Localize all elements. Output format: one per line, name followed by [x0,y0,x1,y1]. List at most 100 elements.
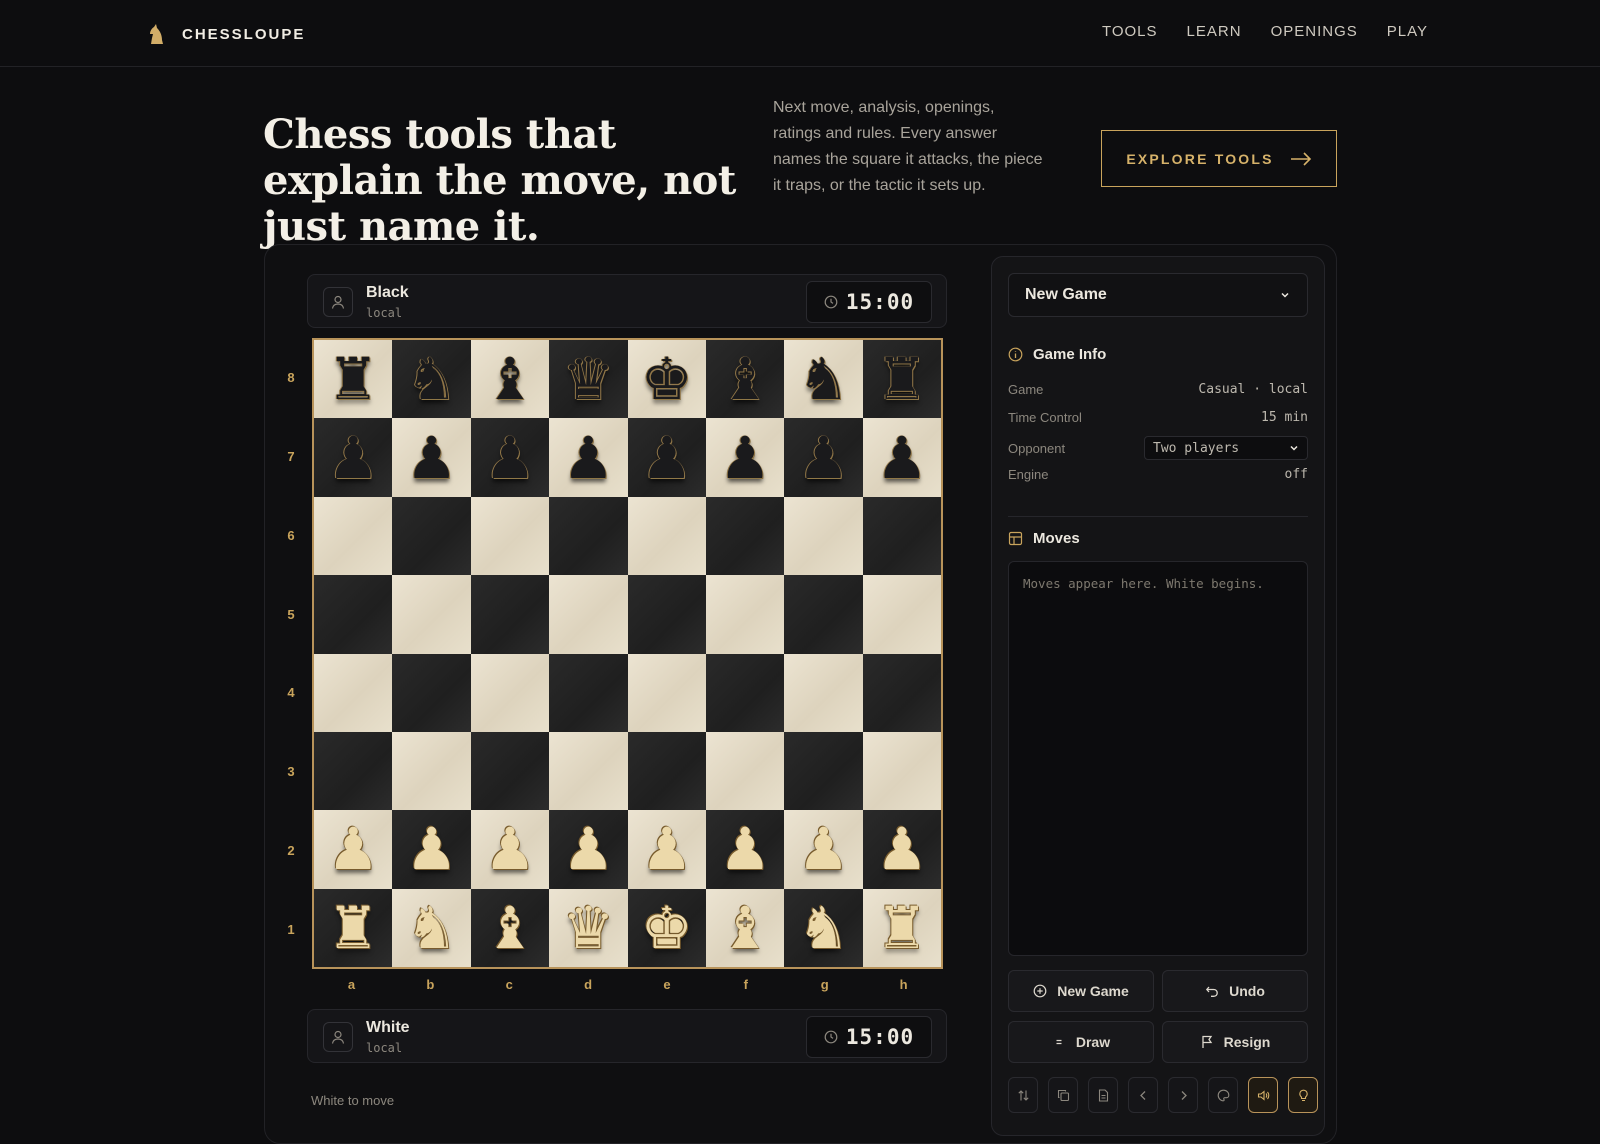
square-b1[interactable]: ♞ [392,888,471,967]
draw-button[interactable]: Draw [1008,1021,1154,1063]
square-h2[interactable]: ♟ [862,810,941,889]
square-h7[interactable]: ♟ [862,418,941,497]
black-pawn-piece[interactable]: ♟ [797,429,849,487]
opponent-select[interactable]: Two players [1144,436,1308,460]
white-bishop-piece[interactable]: ♝ [484,899,536,957]
square-c1[interactable]: ♝ [470,888,550,967]
square-g3[interactable] [784,731,863,811]
square-e5[interactable] [627,575,706,654]
white-knight-piece[interactable]: ♞ [406,899,458,957]
square-c6[interactable] [470,496,550,576]
square-h6[interactable] [862,496,941,576]
square-e6[interactable] [627,496,706,576]
square-f2[interactable]: ♟ [705,810,785,889]
square-a5[interactable] [314,575,393,654]
next-move-button[interactable] [1168,1077,1198,1113]
square-g8[interactable]: ♞ [784,340,863,419]
black-pawn-piece[interactable]: ♟ [876,429,928,487]
square-a3[interactable] [314,731,393,811]
square-b2[interactable]: ♟ [392,810,471,889]
square-d3[interactable] [549,731,628,811]
square-g7[interactable]: ♟ [784,418,863,497]
square-h1[interactable]: ♜ [862,888,941,967]
square-f6[interactable] [705,496,785,576]
previous-move-button[interactable] [1128,1077,1158,1113]
white-bishop-piece[interactable]: ♝ [719,899,771,957]
square-h4[interactable] [862,653,941,732]
square-c4[interactable] [470,653,550,732]
square-b8[interactable]: ♞ [392,340,471,419]
square-d6[interactable] [549,496,628,576]
black-pawn-piece[interactable]: ♟ [719,429,771,487]
square-b5[interactable] [392,575,471,654]
square-b6[interactable] [392,496,471,576]
nav-play[interactable]: PLAY [1387,23,1428,40]
square-f8[interactable]: ♝ [705,340,785,419]
pgn-button[interactable] [1088,1077,1118,1113]
white-pawn-piece[interactable]: ♟ [406,820,458,878]
white-pawn-piece[interactable]: ♟ [719,820,771,878]
square-b3[interactable] [392,731,471,811]
square-e8[interactable]: ♚ [627,340,706,419]
white-king-piece[interactable]: ♚ [641,899,693,957]
square-e4[interactable] [627,653,706,732]
square-a7[interactable]: ♟ [314,418,393,497]
square-e7[interactable]: ♟ [627,418,706,497]
black-king-piece[interactable]: ♚ [641,350,693,408]
sound-toggle-button[interactable] [1248,1077,1278,1113]
square-f3[interactable] [705,731,785,811]
black-queen-piece[interactable]: ♛ [562,350,614,408]
white-queen-piece[interactable]: ♛ [562,899,614,957]
square-d2[interactable]: ♟ [549,810,628,889]
copy-button[interactable] [1048,1077,1078,1113]
nav-learn[interactable]: LEARN [1187,23,1242,40]
black-knight-piece[interactable]: ♞ [797,350,849,408]
white-rook-piece[interactable]: ♜ [876,899,928,957]
square-c2[interactable]: ♟ [470,810,550,889]
black-pawn-piece[interactable]: ♟ [562,429,614,487]
black-rook-piece[interactable]: ♜ [876,350,928,408]
white-pawn-piece[interactable]: ♟ [327,820,379,878]
square-h5[interactable] [862,575,941,654]
black-pawn-piece[interactable]: ♟ [406,429,458,487]
square-e1[interactable]: ♚ [627,888,706,967]
black-rook-piece[interactable]: ♜ [327,350,379,408]
square-f1[interactable]: ♝ [705,888,785,967]
hint-toggle-button[interactable] [1288,1077,1318,1113]
square-a8[interactable]: ♜ [314,340,393,419]
white-pawn-piece[interactable]: ♟ [797,820,849,878]
square-f4[interactable] [705,653,785,732]
white-rook-piece[interactable]: ♜ [327,899,379,957]
move-list[interactable]: Moves appear here. White begins. [1008,561,1308,956]
black-pawn-piece[interactable]: ♟ [641,429,693,487]
black-bishop-piece[interactable]: ♝ [484,350,536,408]
square-f5[interactable] [705,575,785,654]
nav-openings[interactable]: OPENINGS [1271,23,1358,40]
resign-button[interactable]: Resign [1162,1021,1308,1063]
square-a1[interactable]: ♜ [314,888,393,967]
theme-button[interactable] [1208,1077,1238,1113]
new-game-button[interactable]: New Game [1008,970,1154,1012]
square-c7[interactable]: ♟ [470,418,550,497]
square-d1[interactable]: ♛ [549,888,628,967]
nav-tools[interactable]: TOOLS [1102,23,1158,40]
square-h3[interactable] [862,731,941,811]
square-g6[interactable] [784,496,863,576]
square-d7[interactable]: ♟ [549,418,628,497]
square-b4[interactable] [392,653,471,732]
black-bishop-piece[interactable]: ♝ [719,350,771,408]
square-g1[interactable]: ♞ [784,888,863,967]
square-c3[interactable] [470,731,550,811]
square-a2[interactable]: ♟ [314,810,393,889]
white-pawn-piece[interactable]: ♟ [641,820,693,878]
square-d4[interactable] [549,653,628,732]
white-pawn-piece[interactable]: ♟ [876,820,928,878]
square-g4[interactable] [784,653,863,732]
white-knight-piece[interactable]: ♞ [797,899,849,957]
white-pawn-piece[interactable]: ♟ [484,820,536,878]
square-c8[interactable]: ♝ [470,340,550,419]
square-c5[interactable] [470,575,550,654]
square-g5[interactable] [784,575,863,654]
square-e3[interactable] [627,731,706,811]
square-a4[interactable] [314,653,393,732]
